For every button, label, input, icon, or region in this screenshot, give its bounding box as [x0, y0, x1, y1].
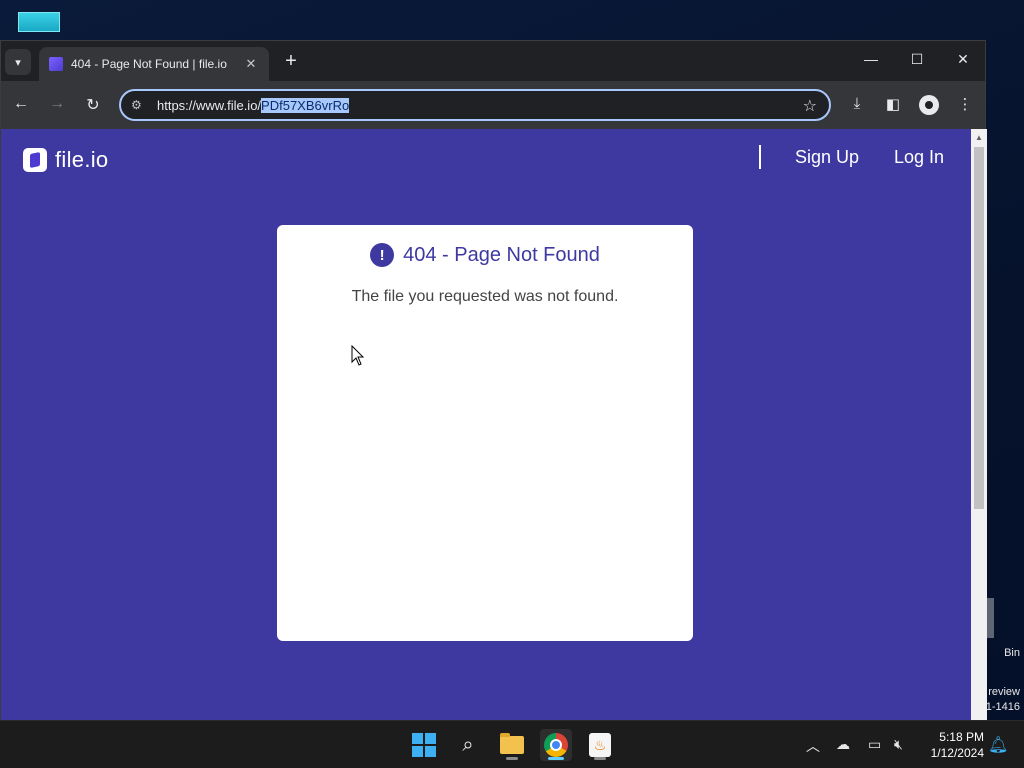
folder-icon — [500, 733, 524, 754]
chrome-icon — [544, 733, 568, 757]
site-info-icon[interactable]: ⚙ — [131, 98, 149, 112]
tab-title: 404 - Page Not Found | file.io — [71, 57, 227, 71]
app-running-indicator — [506, 757, 518, 760]
recycle-bin-icon[interactable] — [986, 598, 994, 638]
nav-divider — [759, 145, 761, 169]
fileio-logo-icon — [23, 148, 47, 172]
error-title-text: 404 - Page Not Found — [403, 243, 600, 266]
error-message: The file you requested was not found. — [351, 288, 619, 305]
mouse-cursor-icon — [351, 345, 365, 366]
chevron-down-icon: ▾ — [15, 56, 21, 69]
taskbar-chrome[interactable] — [540, 729, 572, 761]
taskbar-file-explorer[interactable] — [496, 729, 528, 761]
java-icon: ♨ — [589, 733, 611, 757]
log-in-link[interactable]: Log In — [894, 147, 944, 168]
forward-button[interactable]: → — [47, 95, 67, 113]
page-scrollbar[interactable]: ▲ — [971, 129, 987, 721]
onedrive-cloud-icon[interactable]: ☁ — [836, 736, 850, 753]
minimize-button[interactable]: — — [861, 51, 881, 67]
clock-date: 1/12/2024 — [930, 746, 984, 760]
recycle-bin-label[interactable]: Bin — [1004, 647, 1020, 659]
new-tab-button[interactable]: + — [281, 51, 301, 71]
taskbar-search-button[interactable]: ⌕ — [452, 729, 484, 761]
bookmark-star-icon[interactable]: ☆ — [803, 96, 817, 116]
address-bar[interactable]: ⚙ https://www.file.io/PDf57XB6vrRo ☆ — [119, 89, 831, 121]
browser-window: ▾ 404 - Page Not Found | file.io ✕ + — ☐… — [0, 40, 987, 721]
reload-button[interactable]: ↻ — [83, 95, 103, 115]
network-icon[interactable]: ▭ — [868, 736, 881, 753]
notification-bell-icon[interactable]: 🔔︎ — [988, 735, 1008, 755]
app-running-indicator — [594, 757, 606, 760]
desktop-preview-label: review — [988, 686, 1020, 698]
desktop-preview-label-2: 1-1416 — [985, 701, 1020, 713]
error-card: ! 404 - Page Not Found The file you requ… — [277, 225, 693, 641]
logo-text: file.io — [55, 147, 109, 172]
sign-up-link[interactable]: Sign Up — [795, 147, 859, 168]
scroll-up-icon[interactable]: ▲ — [975, 133, 983, 142]
page-viewport: file.io Sign Up Log In ! 404 - Page Not … — [1, 129, 971, 721]
browser-tab[interactable]: 404 - Page Not Found | file.io ✕ — [39, 47, 269, 81]
alert-icon: ! — [370, 243, 395, 267]
error-title: ! 404 - Page Not Found — [277, 243, 693, 267]
download-icon[interactable]: ⤓ — [847, 95, 867, 112]
close-window-button[interactable]: ✕ — [953, 51, 973, 68]
taskbar-java[interactable]: ♨ — [584, 729, 616, 761]
side-panel-icon[interactable]: ◧ — [883, 95, 903, 113]
browser-menu-icon[interactable]: ⋮ — [955, 95, 975, 113]
tray-overflow-chevron-icon[interactable]: ︿ — [806, 736, 820, 756]
tab-bar: ▾ 404 - Page Not Found | file.io ✕ + — ☐… — [1, 41, 985, 81]
taskbar: ⌕ ♨ ︿ ☁ ▭ 🔇︎ 5:18 PM 1/12/2024 🔔︎ — [0, 720, 1024, 768]
url-selected-segment: PDf57XB6vrRo — [261, 97, 350, 113]
app-active-indicator — [548, 757, 564, 760]
fileio-favicon-icon — [49, 57, 63, 71]
search-icon: ⌕ — [462, 733, 474, 756]
volume-muted-icon[interactable]: 🔇︎ — [894, 736, 903, 753]
back-button[interactable]: ← — [11, 95, 31, 113]
url-base: https://www.file.io/ — [157, 97, 262, 113]
browser-toolbar: ← → ↻ ⚙ https://www.file.io/PDf57XB6vrRo… — [1, 81, 985, 129]
start-button[interactable] — [408, 729, 440, 761]
windows-logo-icon — [412, 733, 436, 757]
fileio-logo[interactable]: file.io — [23, 147, 108, 173]
tab-search-button[interactable]: ▾ — [5, 49, 31, 75]
clock-time: 5:18 PM — [939, 730, 984, 744]
desktop-app-icon[interactable] — [18, 12, 60, 32]
taskbar-clock[interactable]: 5:18 PM 1/12/2024 — [918, 729, 984, 761]
scrollbar-thumb[interactable] — [974, 147, 984, 509]
maximize-button[interactable]: ☐ — [907, 51, 927, 68]
profile-avatar-icon[interactable] — [919, 95, 939, 115]
tab-close-icon[interactable]: ✕ — [243, 56, 259, 72]
